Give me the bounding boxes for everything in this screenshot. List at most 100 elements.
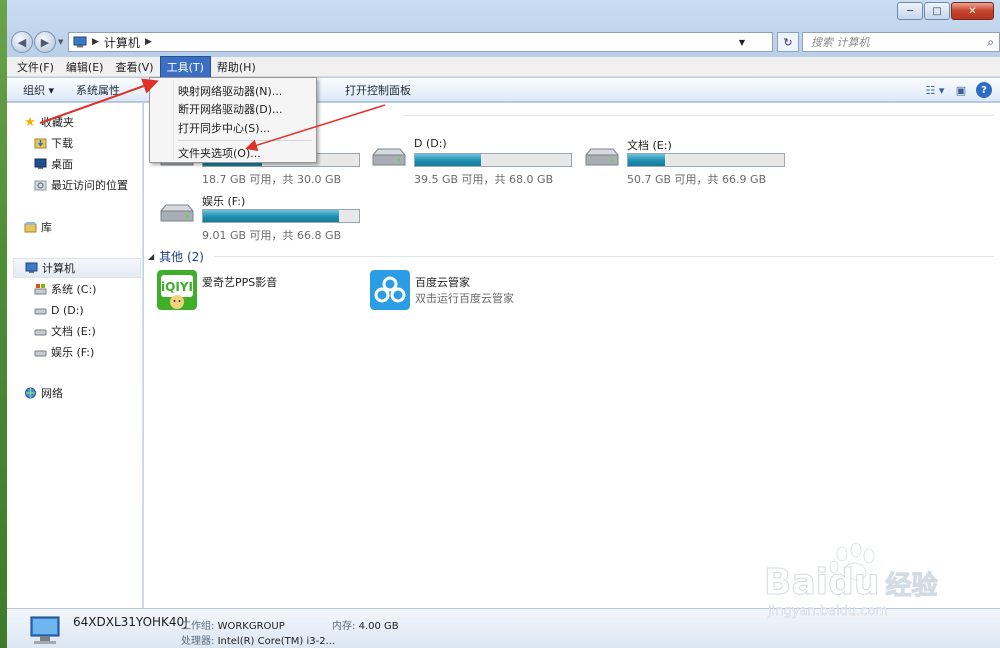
hard-drive-icon <box>160 204 194 222</box>
search-placeholder: 搜索 计算机 <box>811 36 870 49</box>
library-icon <box>23 221 37 233</box>
app-name: 百度云管家 <box>415 276 470 289</box>
drive-usage-bar <box>627 153 785 167</box>
workgroup-label: 工作组: <box>181 621 215 632</box>
menu-item-map-network-drive[interactable]: 映射网络驱动器(N)... <box>178 83 282 99</box>
star-icon: ★ <box>24 114 36 130</box>
group-title: 其他 (2) <box>159 250 204 264</box>
memory-row: 内存: 4.00 GB <box>332 617 399 632</box>
sidebar-item-network[interactable]: 网络 <box>23 383 157 403</box>
recent-pages-chevron-icon[interactable]: ▼ <box>58 38 63 46</box>
close-button[interactable]: ✕ <box>951 2 994 20</box>
group-divider <box>214 256 994 257</box>
drive-icon <box>33 325 47 337</box>
hard-drive-icon <box>372 148 406 166</box>
drive-tile-e[interactable]: 文档 (E:) 50.7 GB 可用，共 66.9 GB <box>583 137 793 187</box>
system-properties-button[interactable]: 系统属性 <box>62 82 128 98</box>
minimize-button[interactable]: ─ <box>897 2 923 20</box>
computer-icon <box>24 262 38 274</box>
breadcrumb-computer[interactable]: 计算机 <box>104 34 140 51</box>
tools-menu: 映射网络驱动器(N)... 断开网络驱动器(D)... 打开同步中心(S)...… <box>149 77 317 163</box>
maximize-button[interactable]: □ <box>924 2 950 20</box>
drive-usage-fill <box>628 154 666 166</box>
drive-space-info: 50.7 GB 可用，共 66.9 GB <box>627 173 767 186</box>
network-icon <box>23 387 37 399</box>
sidebar-item-label: D (D:) <box>51 303 84 317</box>
sidebar-item-library[interactable]: 库 <box>23 217 157 237</box>
menu-item-folder-options[interactable]: 文件夹选项(O)... <box>178 145 261 161</box>
menu-edit[interactable]: 编辑(E) <box>60 57 110 77</box>
help-icon[interactable]: ? <box>976 82 992 98</box>
iqiyi-app-icon: iQIYI <box>157 270 197 310</box>
sidebar-item-label: 最近访问的位置 <box>51 179 128 192</box>
search-icon[interactable]: ⌕ <box>987 35 994 50</box>
refresh-button[interactable]: ↻ <box>777 32 799 52</box>
recent-places-icon <box>33 179 47 191</box>
address-bar[interactable]: ▶ 计算机 ▶ ▼ <box>68 32 773 52</box>
group-header-other[interactable]: ◢ 其他 (2) <box>148 248 204 265</box>
workgroup-row: 工作组: WORKGROUP <box>181 617 285 632</box>
menu-separator <box>178 140 312 141</box>
navigation-pane: ★ 收藏夹 下载 桌面 最近访问的位置 库 计算机 系统 (C:) D (D:)… <box>7 103 143 608</box>
sidebar-item-label: 计算机 <box>42 262 75 275</box>
workgroup-value: WORKGROUP <box>217 621 285 632</box>
app-description: 双击运行百度云管家 <box>415 292 514 305</box>
forward-button[interactable]: ▶ <box>34 31 56 53</box>
drive-name: D (D:) <box>414 137 447 150</box>
content-pane: 18.7 GB 可用，共 30.0 GB D (D:) 39.5 GB 可用，共… <box>144 103 1000 608</box>
cpu-row: 处理器: Intel(R) Core(TM) i3-2... <box>181 632 335 647</box>
navigation-bar: ◀ ▶ ▼ ▶ 计算机 ▶ ▼ ↻ 搜索 计算机 ⌕ <box>7 28 1000 56</box>
svg-text:iQIYI: iQIYI <box>161 280 193 294</box>
drive-usage-fill <box>203 210 339 222</box>
drive-usage-bar <box>414 153 572 167</box>
desktop-edge <box>0 0 7 648</box>
cpu-value: Intel(R) Core(TM) i3-2... <box>217 636 336 647</box>
sidebar-item-label: 收藏夹 <box>41 116 74 129</box>
menu-view[interactable]: 查看(V) <box>109 57 159 77</box>
hard-drive-icon <box>585 148 619 166</box>
menu-gutter <box>173 80 174 160</box>
sidebar-item-computer[interactable]: 计算机 <box>13 258 141 278</box>
drive-tile-f[interactable]: 娱乐 (F:) 9.01 GB 可用，共 66.8 GB <box>158 193 368 243</box>
menu-item-disconnect-network-drive[interactable]: 断开网络驱动器(D)... <box>178 101 283 117</box>
drive-icon <box>33 346 47 358</box>
baidu-cloud-app-icon <box>370 270 410 310</box>
sidebar-item-label: 网络 <box>41 387 63 400</box>
group-divider <box>404 115 994 116</box>
memory-value: 4.00 GB <box>358 621 399 632</box>
organize-button[interactable]: 组织 ▾ <box>7 82 62 98</box>
menu-bar: 文件(F) 编辑(E) 查看(V) 工具(T) 帮助(H) <box>7 55 1000 78</box>
sidebar-item-label: 下载 <box>51 137 73 150</box>
menu-help[interactable]: 帮助(H) <box>211 57 262 77</box>
search-input[interactable]: 搜索 计算机 ⌕ <box>802 32 1000 52</box>
breadcrumb-separator-icon: ▶ <box>92 37 99 47</box>
details-pane: 64XDXL31YOHK40J 工作组: WORKGROUP 内存: 4.00 … <box>7 608 1000 648</box>
computer-icon <box>73 36 87 48</box>
collapse-triangle-icon[interactable]: ◢ <box>148 252 154 261</box>
downloads-folder-icon <box>33 137 47 149</box>
open-control-panel-button[interactable]: 打开控制面板 <box>337 82 419 98</box>
preview-pane-icon[interactable]: ▣ <box>950 81 972 99</box>
menu-tools[interactable]: 工具(T) <box>159 55 211 78</box>
drive-name: 娱乐 (F:) <box>202 195 246 208</box>
view-controls: ☷ ▾ ▣ ? <box>920 81 992 99</box>
desktop-icon <box>33 158 47 170</box>
drive-tile-d[interactable]: D (D:) 39.5 GB 可用，共 68.0 GB <box>370 137 580 187</box>
menu-item-open-sync-center[interactable]: 打开同步中心(S)... <box>178 120 270 136</box>
sidebar-item-label: 系统 (C:) <box>51 283 97 296</box>
menu-file[interactable]: 文件(F) <box>11 57 60 77</box>
sidebar-item-label: 文档 (E:) <box>51 325 96 338</box>
address-dropdown-icon[interactable]: ▼ <box>734 33 750 51</box>
sidebar-item-label: 库 <box>41 221 52 234</box>
change-view-icon[interactable]: ☷ ▾ <box>924 81 946 99</box>
back-button[interactable]: ◀ <box>11 31 33 53</box>
cpu-label: 处理器: <box>181 636 215 647</box>
drive-usage-bar <box>202 209 360 223</box>
drive-usage-fill <box>415 154 481 166</box>
breadcrumb-separator-icon[interactable]: ▶ <box>145 37 152 47</box>
computer-icon <box>30 616 60 644</box>
drive-icon <box>33 304 47 316</box>
computer-name: 64XDXL31YOHK40J <box>73 615 188 629</box>
sidebar-item-favorites[interactable]: ★ 收藏夹 <box>23 112 157 132</box>
sidebar-item-label: 桌面 <box>51 158 73 171</box>
